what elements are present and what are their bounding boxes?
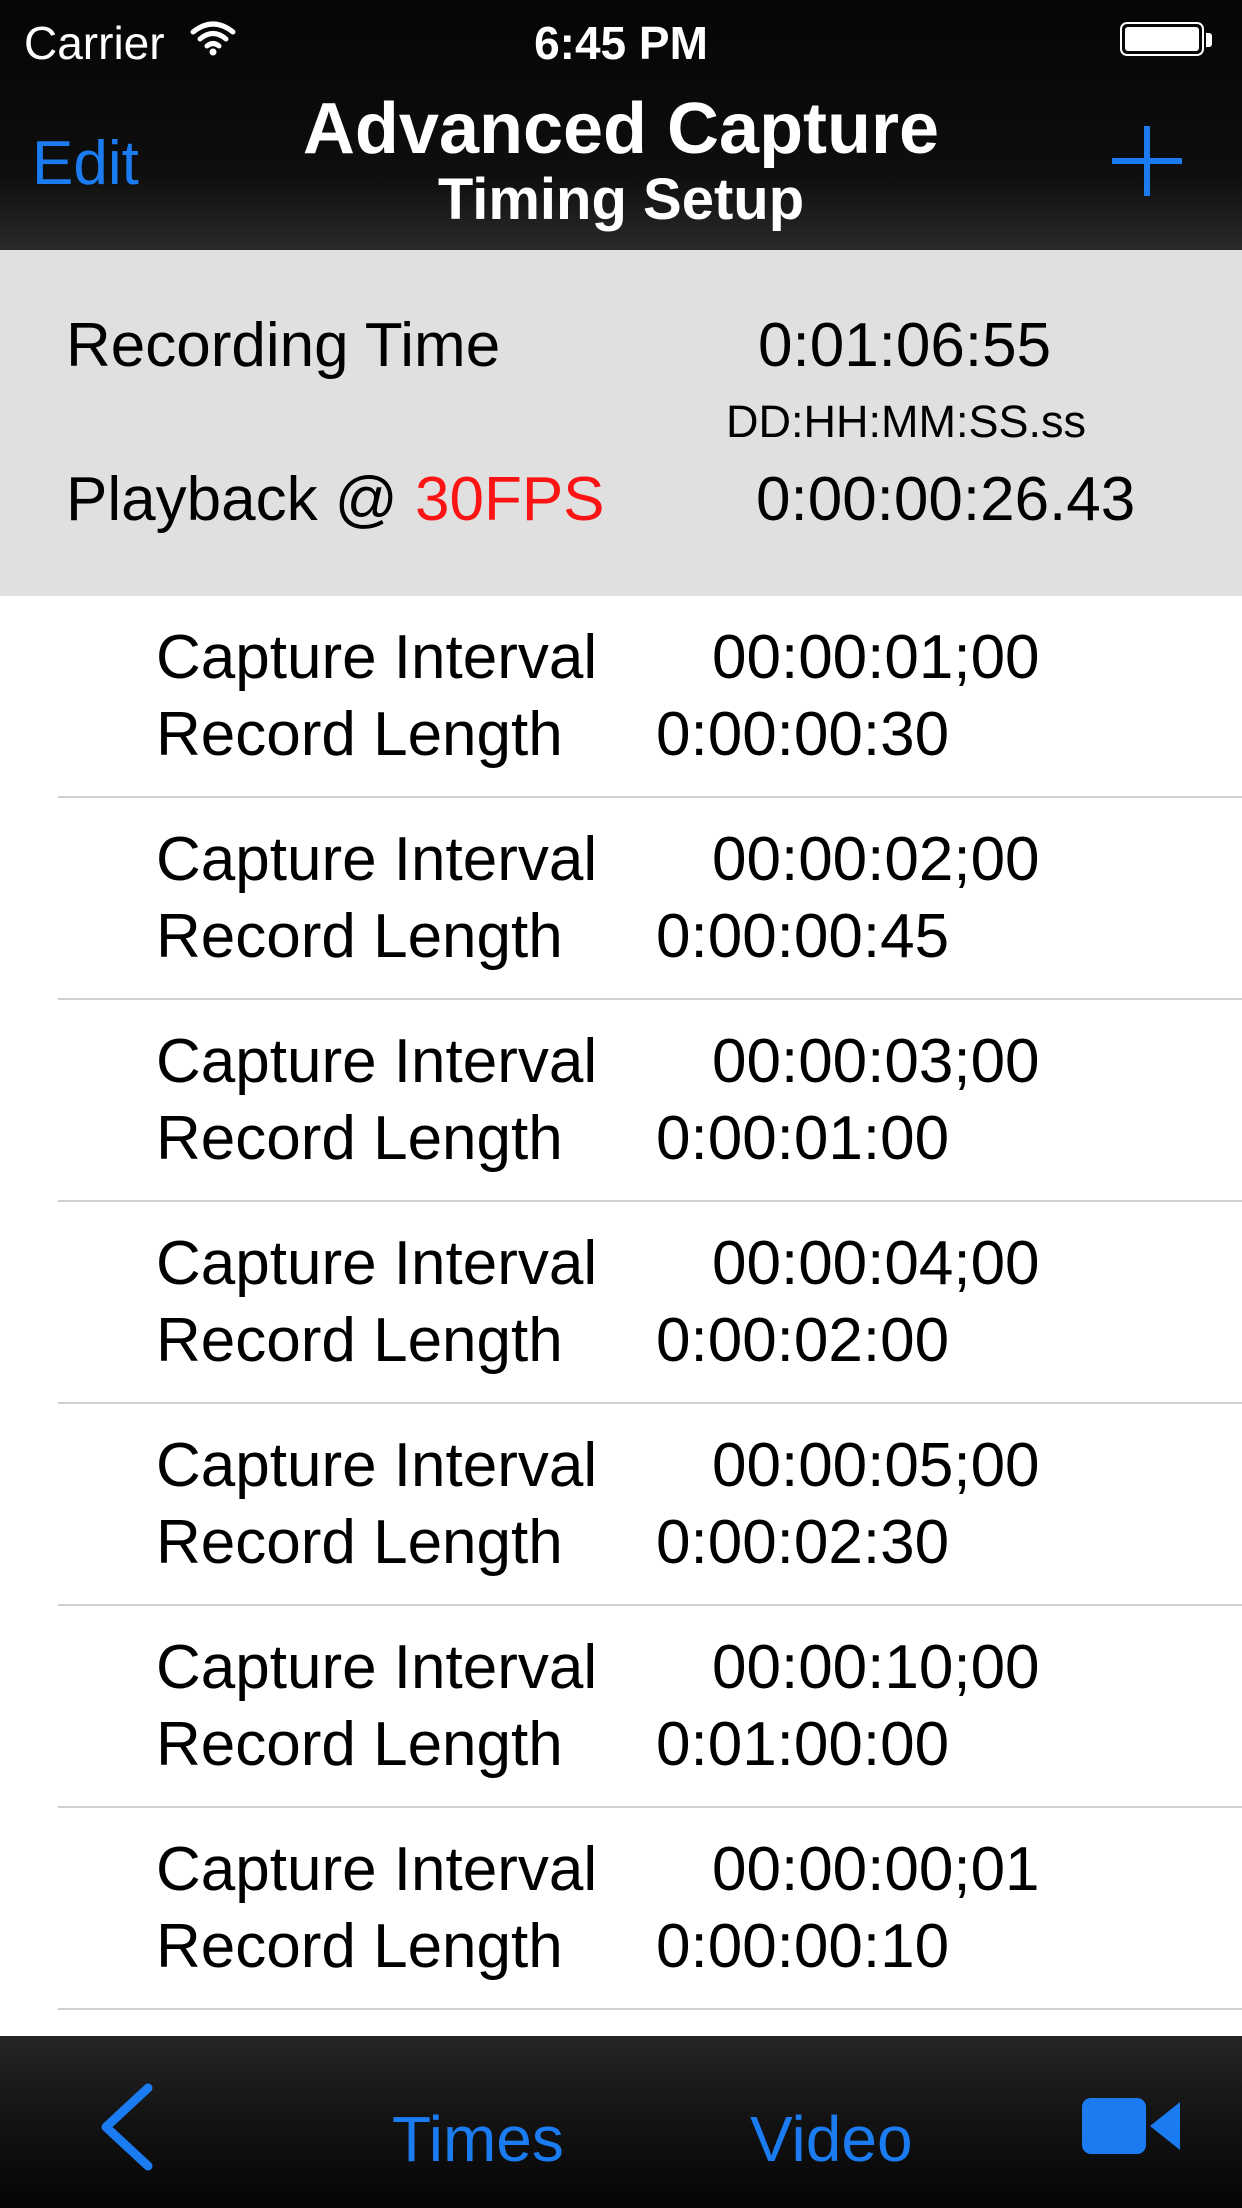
capture-interval-label: Capture Interval [156, 1835, 598, 1904]
record-length-value: 0:00:00:45 [656, 902, 950, 971]
bottom-toolbar: Times Video [0, 2036, 1242, 2208]
navigation-header: Carrier 6:45 PM Edit Advanced Capture Ti… [0, 0, 1242, 250]
capture-interval-value: 00:00:00;01 [712, 1835, 1040, 1904]
list-item[interactable]: Capture Interval 00:00:10;00 Record Leng… [0, 1606, 1242, 1808]
video-button[interactable]: Video [750, 2102, 913, 2176]
record-length-label: Record Length [156, 902, 563, 971]
capture-interval-value: 00:00:03;00 [712, 1027, 1040, 1096]
list-item[interactable]: Capture Interval 00:00:03;00 Record Leng… [0, 1000, 1242, 1202]
chevron-left-icon[interactable] [92, 2082, 162, 2172]
record-length-label: Record Length [156, 700, 563, 769]
capture-interval-label: Capture Interval [156, 1431, 598, 1500]
capture-interval-value: 00:00:01;00 [712, 623, 1040, 692]
capture-interval-value: 00:00:05;00 [712, 1431, 1040, 1500]
add-icon[interactable] [1112, 126, 1182, 196]
time-format-hint: DD:HH:MM:SS.ss [726, 396, 1086, 447]
record-length-label: Record Length [156, 1104, 563, 1173]
playback-time-value: 0:00:00:26.43 [756, 465, 1136, 534]
capture-interval-list: Capture Interval 00:00:01;00 Record Leng… [0, 596, 1242, 2010]
video-camera-icon[interactable] [1082, 2094, 1182, 2158]
timing-summary: Recording Time 0:01:06:55 DD:HH:MM:SS.ss… [0, 250, 1242, 596]
capture-interval-value: 00:00:04;00 [712, 1229, 1040, 1298]
recording-time-label: Recording Time [66, 311, 501, 380]
playback-label: Playback @ 30FPS [66, 464, 605, 535]
row-divider [58, 2008, 1242, 2010]
record-length-label: Record Length [156, 1710, 563, 1779]
record-length-value: 0:00:02:00 [656, 1306, 950, 1375]
capture-interval-label: Capture Interval [156, 825, 598, 894]
capture-interval-label: Capture Interval [156, 1027, 598, 1096]
list-item[interactable]: Capture Interval 00:00:00;01 Record Leng… [0, 1808, 1242, 2010]
page-subtitle: Timing Setup [437, 167, 805, 232]
times-button[interactable]: Times [392, 2102, 564, 2176]
playback-label-text: Playback @ [66, 465, 398, 534]
playback-fps-button[interactable]: 30FPS [415, 465, 605, 534]
list-item[interactable]: Capture Interval 00:00:05;00 Record Leng… [0, 1404, 1242, 1606]
record-length-value: 0:00:02:30 [656, 1508, 950, 1577]
capture-interval-value: 00:00:10;00 [712, 1633, 1040, 1702]
list-item[interactable]: Capture Interval 00:00:01;00 Record Leng… [0, 596, 1242, 798]
capture-interval-label: Capture Interval [156, 1633, 598, 1702]
capture-interval-label: Capture Interval [156, 1229, 598, 1298]
battery-icon [1120, 22, 1214, 60]
record-length-label: Record Length [156, 1912, 563, 1981]
record-length-label: Record Length [156, 1508, 563, 1577]
list-item[interactable]: Capture Interval 00:00:04;00 Record Leng… [0, 1202, 1242, 1404]
capture-interval-value: 00:00:02;00 [712, 825, 1040, 894]
status-time: 6:45 PM [534, 17, 708, 69]
record-length-value: 0:00:00:10 [656, 1912, 950, 1981]
record-length-value: 0:00:01:00 [656, 1104, 950, 1173]
record-length-label: Record Length [156, 1306, 563, 1375]
page-title: Advanced Capture [302, 89, 940, 169]
list-item[interactable]: Capture Interval 00:00:02;00 Record Leng… [0, 798, 1242, 1000]
record-length-value: 0:01:00:00 [656, 1710, 950, 1779]
capture-interval-label: Capture Interval [156, 623, 598, 692]
record-length-value: 0:00:00:30 [656, 700, 950, 769]
status-bar: Carrier 6:45 PM [0, 0, 1242, 80]
recording-time-value: 0:01:06:55 [758, 311, 1052, 380]
